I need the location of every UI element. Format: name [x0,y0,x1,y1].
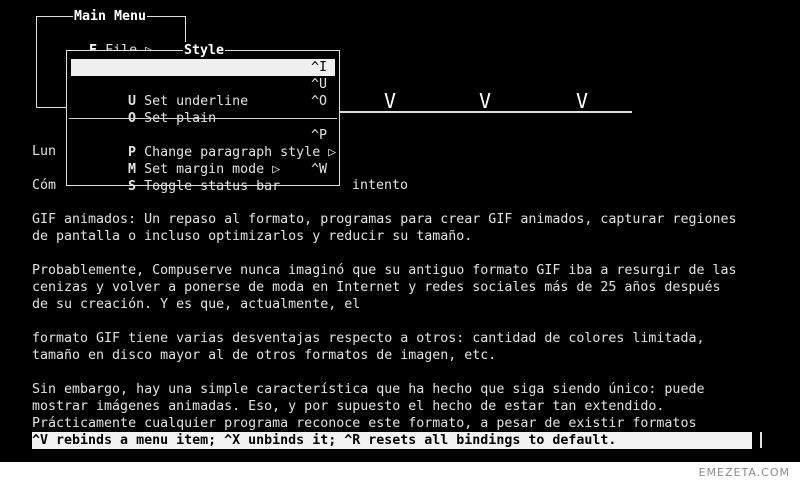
status-bar: ^V rebinds a menu item; ^X unbinds it; ^… [32,432,752,449]
document-line: de pantalla o incluso optimizarlos y red… [32,229,473,244]
document-line: Prácticamente cualquier programa reconoc… [32,416,697,431]
style-submenu: Style I Set italic ^I U Set underline ^U… [66,42,340,194]
document-line: Lun [32,144,57,159]
document-line: intento [352,178,409,193]
ruler-tab-mark: V [384,89,397,113]
menu-item-set-plain[interactable]: O Set plain ^O [71,93,335,126]
document-line: GIF animados: Un repaso al formato, prog… [32,212,737,227]
menu-shortcut: ^U [310,77,327,92]
document-line: Probablemente, Compuserve nunca imaginó … [32,263,737,278]
menu-hotkey: S [128,179,137,194]
ruler-tab-mark: V [479,89,492,113]
menu-shortcut: ^W [310,162,327,177]
document-line: cenizas y volver a ponerse de moda en In… [32,280,721,295]
watermark: EMEZETA.COM [698,466,790,479]
terminal-window: Lun Cóm intento GIF animados: Un repaso … [0,0,800,462]
ruler-tab-mark: V [576,89,589,113]
text-cursor [760,432,762,448]
menu-item-set-underline[interactable]: U Set underline ^U [71,76,335,109]
document-line: de su creación. Y es que, actualmente, e… [32,297,361,312]
main-menu-title: Main Menu [73,8,148,25]
document-line: tamaño en disco mayor al de otros format… [32,348,497,363]
document-line: Sin embargo, hay una simple característi… [32,382,705,397]
style-menu-title: Style [183,42,226,59]
menu-item-set-italic[interactable]: I Set italic ^I [71,59,335,92]
document-line: formato GIF tiene varias desventajas res… [32,331,705,346]
menu-separator [69,118,337,119]
menu-shortcut: ^O [310,94,327,109]
document-line: Cóm [32,178,57,193]
menu-shortcut: ^P [310,128,327,143]
main-menu-item-file[interactable]: F File ▷ [41,25,153,58]
menu-item-toggle-status-bar[interactable]: S Toggle status bar ^W [71,161,335,194]
document-line: mostrar imágenes animadas. Eso, y por su… [32,399,665,414]
menu-item-set-margin-mode[interactable]: M Set margin mode ▷ [71,144,335,177]
menu-item-label: Toggle status bar [144,179,281,194]
menu-item-change-paragraph-style[interactable]: P Change paragraph style ▷ ^P [71,127,336,160]
menu-shortcut: ^I [310,60,327,75]
